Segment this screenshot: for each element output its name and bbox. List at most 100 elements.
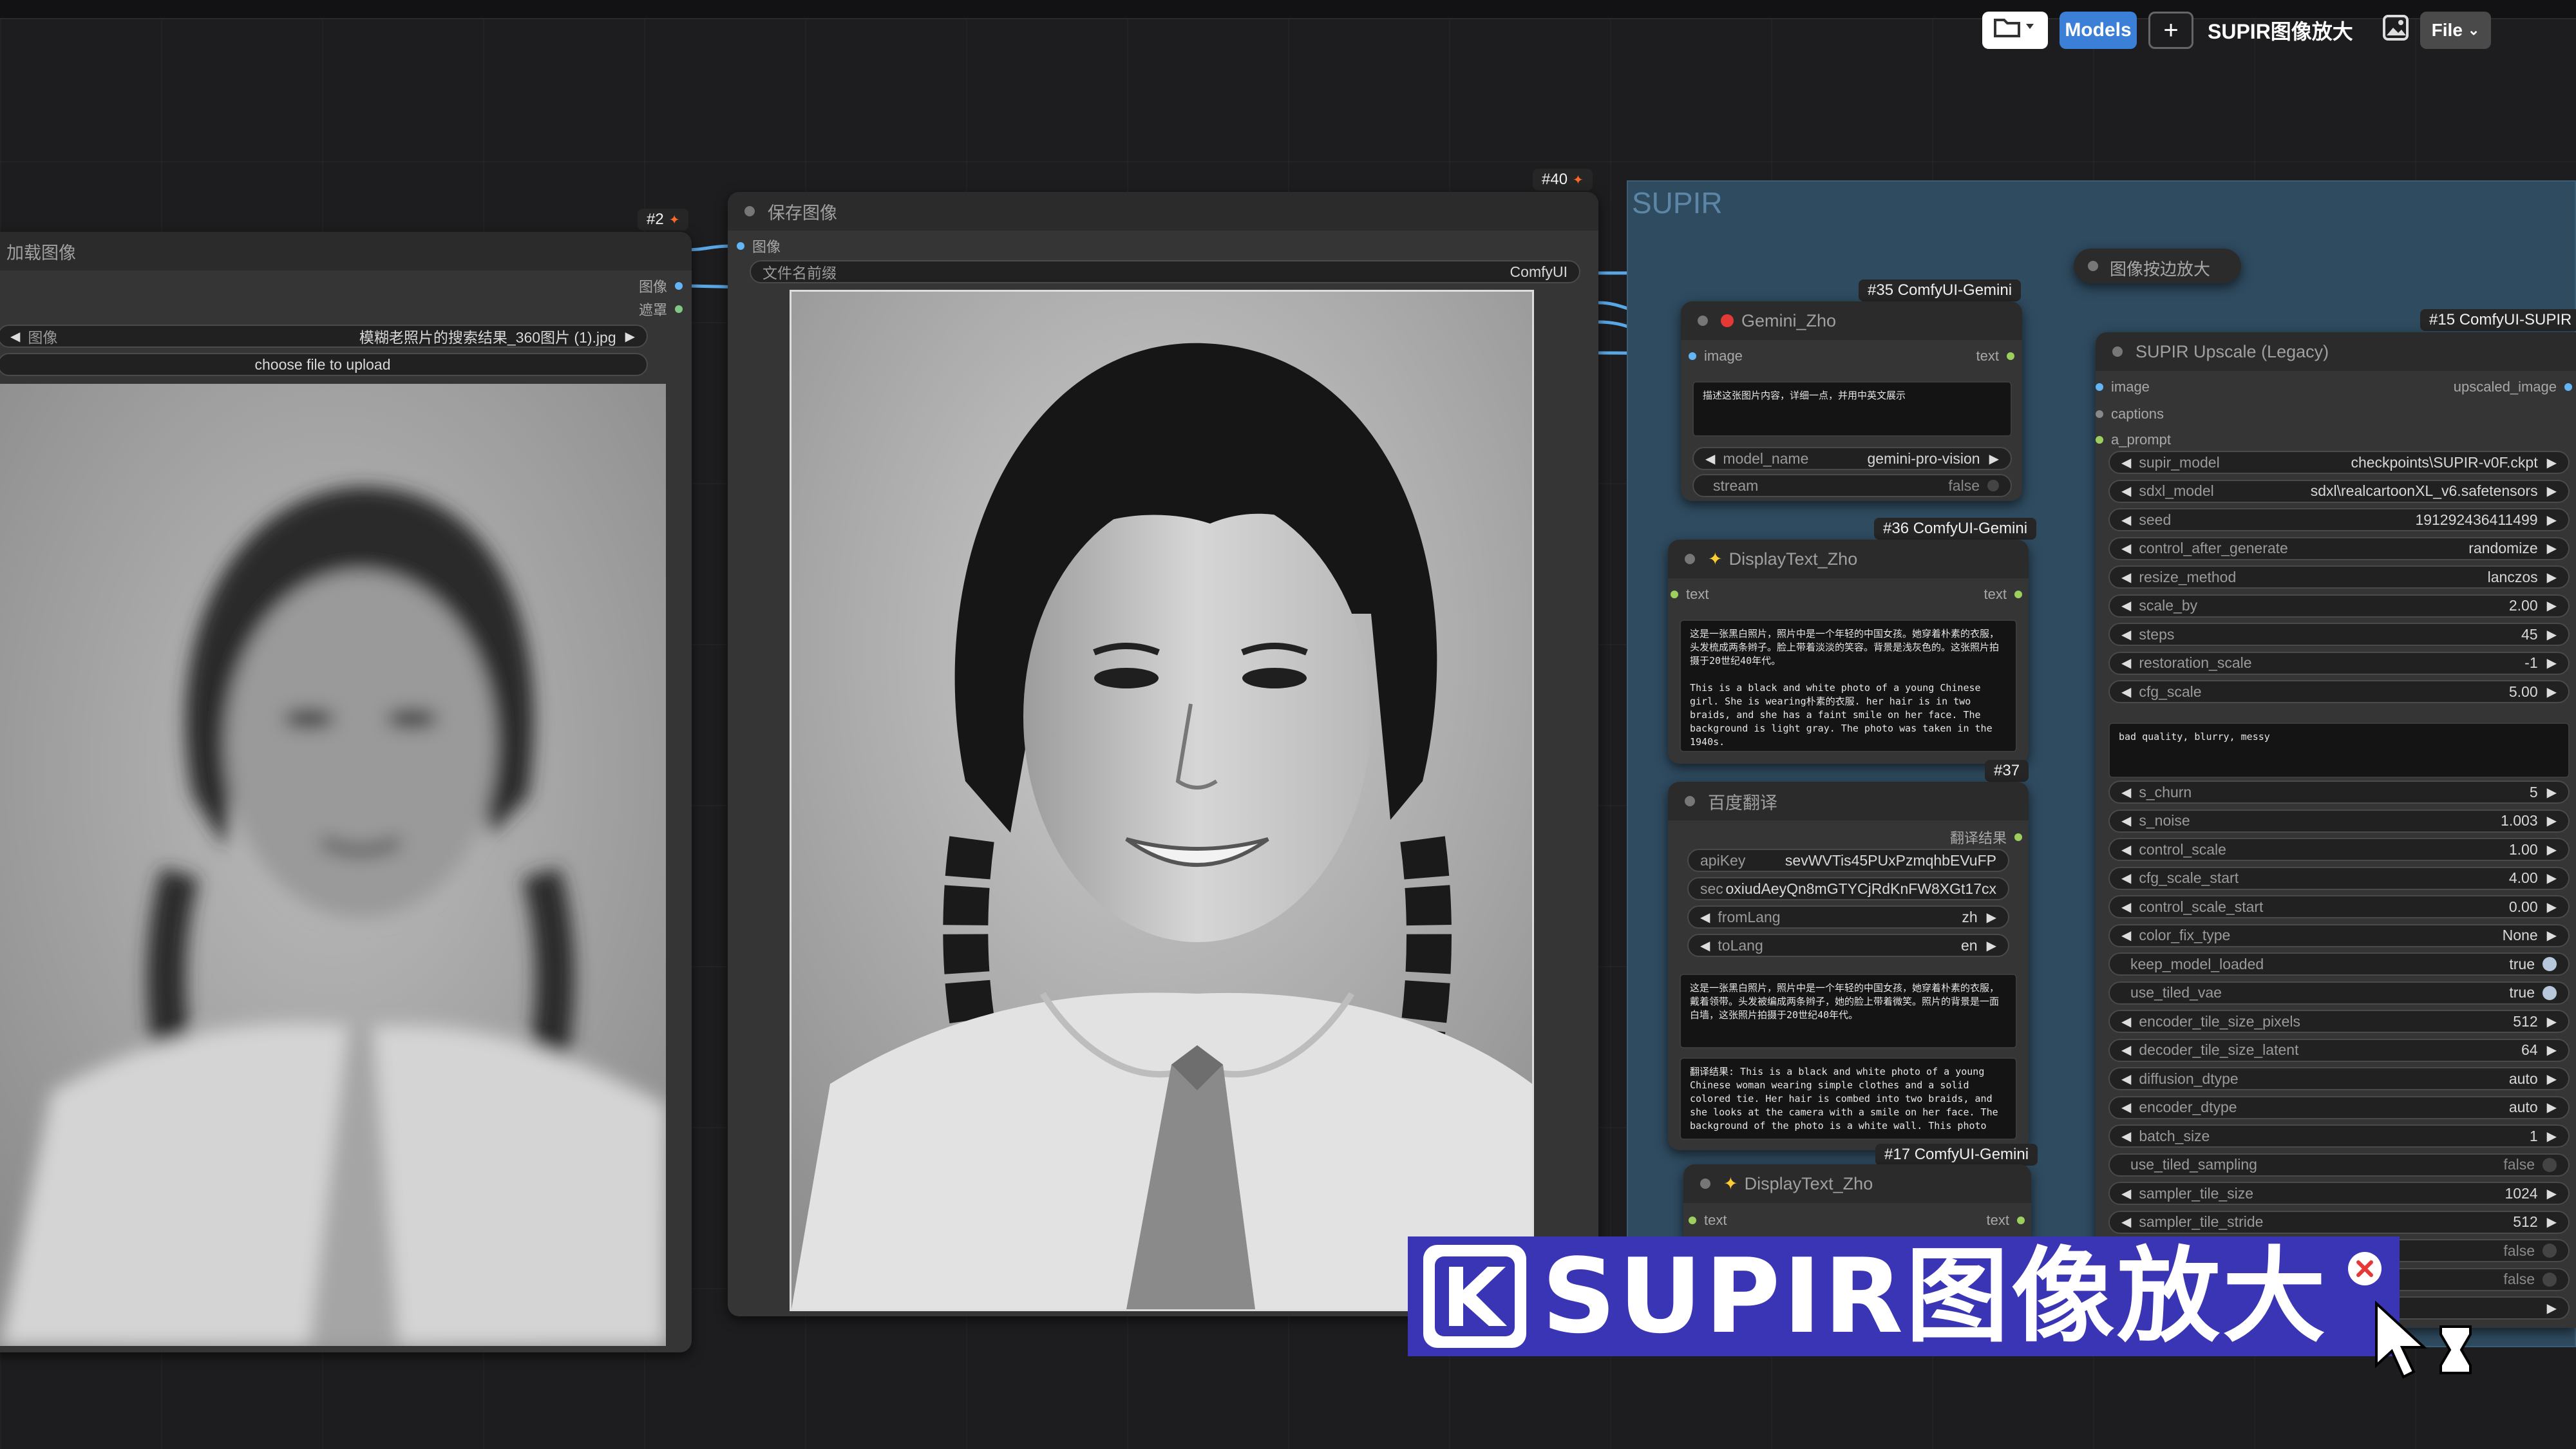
arrow-left-icon[interactable]: ◀ — [2121, 1186, 2131, 1202]
supir-widget-supir-model[interactable]: ◀ supir_model checkpoints\SUPIR-v0F.ckpt ▶ — [2108, 451, 2570, 474]
image-resize-node[interactable]: 图像按边放大 — [2074, 249, 2241, 283]
arrow-right-icon[interactable]: ▶ — [2547, 842, 2557, 858]
folder-button[interactable] — [1982, 12, 2048, 49]
supir-upscale-node[interactable]: SUPIR Upscale (Legacy) image captions a_… — [2096, 332, 2576, 1328]
load-image-node[interactable]: 加载图像 图像 遮罩 ◀ 图像 模糊老照片的搜索结果_360图片 (1).jpg… — [0, 232, 692, 1352]
arrow-left-icon[interactable]: ◀ — [2121, 1071, 2131, 1087]
arrow-right-icon[interactable]: ▶ — [2547, 870, 2557, 886]
collapse-dot[interactable] — [1685, 554, 1695, 564]
gemini-output-text[interactable]: text — [1976, 348, 2014, 365]
supir-widget-control-scale-start[interactable]: ◀ control_scale_start 0.00 ▶ — [2108, 895, 2570, 918]
node-title-load-image[interactable]: 加载图像 — [0, 232, 692, 270]
arrow-right-icon[interactable]: ▶ — [2547, 1042, 2557, 1058]
arrow-right-icon[interactable]: ▶ — [625, 328, 635, 345]
arrow-left-icon[interactable]: ◀ — [2121, 455, 2131, 471]
models-button[interactable]: Models — [2060, 12, 2137, 49]
arrow-left-icon[interactable]: ◀ — [2121, 1099, 2131, 1115]
arrow-right-icon[interactable]: ▶ — [2547, 1099, 2557, 1115]
arrow-left-icon[interactable]: ◀ — [2121, 1042, 2131, 1058]
toggle-knob[interactable] — [2543, 957, 2557, 971]
arrow-right-icon[interactable]: ▶ — [1989, 451, 1999, 467]
display1-textarea[interactable]: 这是一张黑白照片，照片中是一个年轻的中国女孩。她穿着朴素的衣服，头发梳成两条辫子… — [1680, 620, 2017, 752]
supir-widget-cfg-scale[interactable]: ◀ cfg_scale 5.00 ▶ — [2108, 680, 2570, 703]
collapse-dot[interactable] — [1685, 796, 1695, 806]
supir-widget-sampler-tile-stride[interactable]: ◀ sampler_tile_stride 512 ▶ — [2108, 1210, 2570, 1234]
node-title-save-image[interactable]: 保存图像 — [728, 192, 1598, 231]
supir-widget-decoder-tile-size-latent[interactable]: ◀ decoder_tile_size_latent 64 ▶ — [2108, 1038, 2570, 1062]
filename-prefix-field[interactable]: 文件名前缀 ComfyUI — [750, 260, 1580, 283]
supir-widget-s-noise[interactable]: ◀ s_noise 1.003 ▶ — [2108, 809, 2570, 833]
arrow-left-icon[interactable]: ◀ — [2121, 784, 2131, 800]
supir-widget-cfg-scale-start[interactable]: ◀ cfg_scale_start 4.00 ▶ — [2108, 866, 2570, 890]
supir-widget-encoder-tile-size-pixels[interactable]: ◀ encoder_tile_size_pixels 512 ▶ — [2108, 1010, 2570, 1033]
file-menu-button[interactable]: File ⌄ — [2420, 12, 2491, 49]
collapse-dot[interactable] — [2088, 261, 2098, 271]
image-button[interactable] — [2376, 12, 2415, 49]
from-lang-combo[interactable]: ◀ fromLang zh ▶ — [1687, 905, 2009, 929]
supir-input-prompt[interactable]: a_prompt — [2096, 431, 2171, 448]
supir-widget-steps[interactable]: ◀ steps 45 ▶ — [2108, 623, 2570, 646]
supir-prompt-dot[interactable] — [2096, 436, 2103, 444]
toggle-knob[interactable] — [1987, 480, 1999, 491]
supir-widget-scale-by[interactable]: ◀ scale_by 2.00 ▶ — [2108, 594, 2570, 618]
supir-captions-dot[interactable] — [2096, 410, 2103, 418]
supir-widget-use-tiled-sampling[interactable]: use_tiled_sampling false — [2108, 1153, 2570, 1177]
display2-input-dot[interactable] — [1689, 1217, 1696, 1224]
node-title-display2[interactable]: ✦ DisplayText_Zho — [1683, 1164, 2031, 1203]
secret-key-field[interactable]: sec oxiudAeyQn8mGTYCjRdKnFW8XGt17cx — [1687, 877, 2009, 900]
arrow-left-icon[interactable]: ◀ — [2121, 569, 2131, 585]
arrow-right-icon[interactable]: ▶ — [2547, 1128, 2557, 1144]
arrow-right-icon[interactable]: ▶ — [2547, 927, 2557, 943]
arrow-right-icon[interactable]: ▶ — [2547, 540, 2557, 556]
supir-output-image[interactable]: upscaled_image — [2454, 379, 2572, 395]
supir-widget-color-fix-type[interactable]: ◀ color_fix_type None ▶ — [2108, 923, 2570, 947]
api-key-field[interactable]: apiKey sevWVTis45PUxPzmqhbEVuFP — [1687, 849, 2009, 872]
toggle-knob[interactable] — [2543, 1244, 2557, 1258]
baidu-source-textarea[interactable]: 这是一张黑白照片，照片中是一个年轻的中国女孩，她穿着朴素的衣服，戴着领带。头发被… — [1680, 974, 2017, 1048]
arrow-left-icon[interactable]: ◀ — [2121, 1014, 2131, 1030]
group-title[interactable]: SUPIR — [1632, 185, 1723, 220]
collapse-dot[interactable] — [1700, 1179, 1710, 1189]
arrow-right-icon[interactable]: ▶ — [2547, 569, 2557, 585]
supir-widget-batch-size[interactable]: ◀ batch_size 1 ▶ — [2108, 1124, 2570, 1148]
arrow-right-icon[interactable]: ▶ — [2547, 655, 2557, 671]
arrow-left-icon[interactable]: ◀ — [2121, 684, 2131, 700]
arrow-left-icon[interactable]: ◀ — [1700, 909, 1710, 925]
display2-input-text[interactable]: text — [1689, 1212, 1727, 1229]
arrow-right-icon[interactable]: ▶ — [2547, 1214, 2557, 1230]
supir-widget-resize-method[interactable]: ◀ resize_method lanczos ▶ — [2108, 565, 2570, 589]
supir-input-captions[interactable]: captions — [2096, 406, 2164, 422]
supir-widget-restoration-scale[interactable]: ◀ restoration_scale -1 ▶ — [2108, 651, 2570, 675]
add-tab-button[interactable]: + — [2148, 12, 2193, 49]
baidu-translate-node[interactable]: 百度翻译 翻译结果 apiKey sevWVTis45PUxPzmqhbEVuFP… — [1668, 782, 2029, 1150]
arrow-left-icon[interactable]: ◀ — [2121, 540, 2131, 556]
output-mask[interactable]: 遮罩 — [639, 299, 683, 319]
arrow-left-icon[interactable]: ◀ — [2121, 899, 2131, 915]
supir-input-image[interactable]: image — [2096, 379, 2150, 395]
gemini-input-image[interactable]: image — [1689, 348, 1743, 365]
output-image-dot[interactable] — [675, 282, 683, 290]
arrow-left-icon[interactable]: ◀ — [2121, 1128, 2131, 1144]
supir-widget-diffusion-dtype[interactable]: ◀ diffusion_dtype auto ▶ — [2108, 1067, 2570, 1090]
input-image-dot[interactable] — [737, 242, 744, 250]
supir-widget-control-scale[interactable]: ◀ control_scale 1.00 ▶ — [2108, 838, 2570, 861]
arrow-right-icon[interactable]: ▶ — [2547, 684, 2557, 700]
toggle-knob[interactable] — [2543, 985, 2557, 1000]
arrow-right-icon[interactable]: ▶ — [1987, 909, 1996, 925]
supir-image-dot[interactable] — [2096, 383, 2103, 391]
supir-widget-use-tiled-vae[interactable]: use_tiled_vae true — [2108, 981, 2570, 1005]
arrow-right-icon[interactable]: ▶ — [2547, 813, 2557, 829]
arrow-right-icon[interactable]: ▶ — [2547, 784, 2557, 800]
gemini-stream-toggle[interactable]: stream false — [1692, 474, 2012, 497]
display1-output-text[interactable]: text — [1984, 586, 2022, 603]
arrow-left-icon[interactable]: ◀ — [2121, 870, 2131, 886]
output-image[interactable]: 图像 — [639, 276, 683, 296]
gemini-output-dot[interactable] — [2007, 352, 2014, 360]
toggle-knob[interactable] — [2543, 1157, 2557, 1172]
gemini-node[interactable]: Gemini_Zho image text 描述这张图片内容，详细一点，并用中英… — [1681, 301, 2022, 501]
input-image[interactable]: 图像 — [737, 236, 781, 256]
node-title-supir[interactable]: SUPIR Upscale (Legacy) — [2096, 332, 2576, 371]
arrow-right-icon[interactable]: ▶ — [2547, 483, 2557, 499]
supir-widget-encoder-dtype[interactable]: ◀ encoder_dtype auto ▶ — [2108, 1095, 2570, 1119]
collapse-dot[interactable] — [2112, 346, 2123, 357]
